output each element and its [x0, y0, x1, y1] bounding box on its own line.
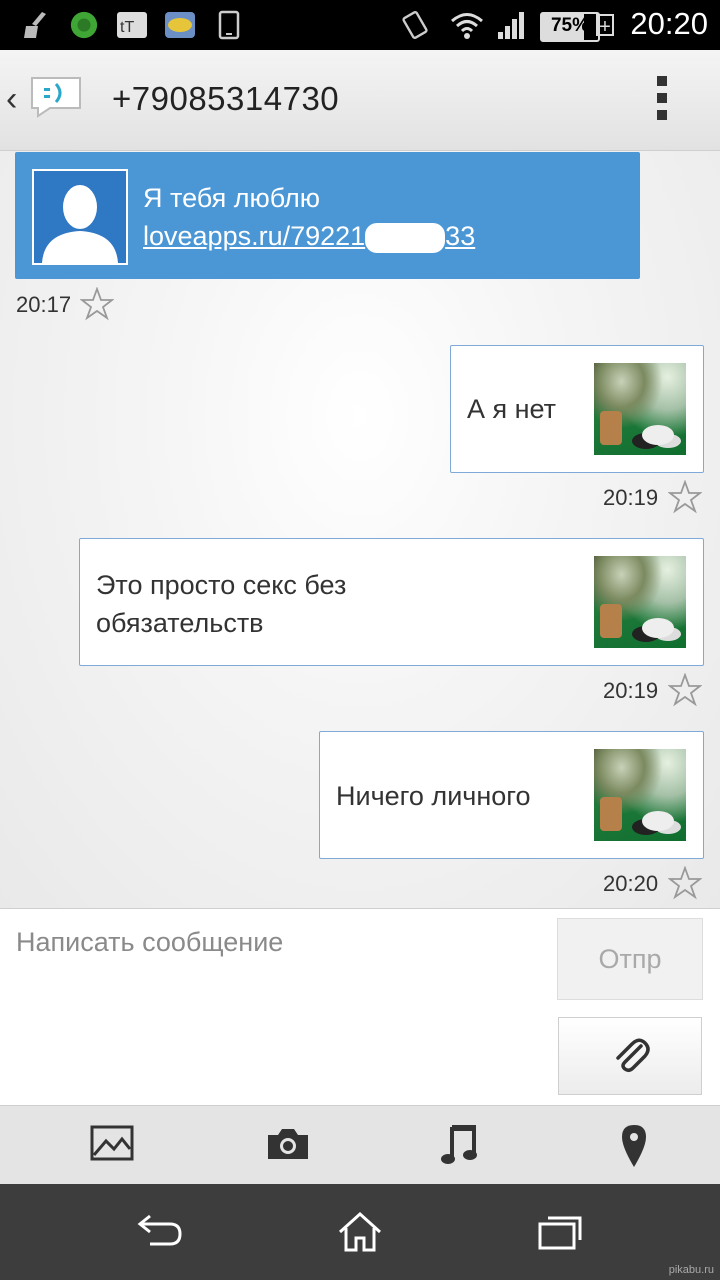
svg-text:tT: tT: [120, 19, 134, 36]
sender-photo-thumbnail: [594, 556, 686, 648]
message-time: 20:19: [603, 485, 659, 510]
music-icon[interactable]: [440, 1123, 480, 1167]
overflow-menu-icon[interactable]: [652, 76, 672, 128]
media-toolbar: [0, 1105, 720, 1184]
status-bar: tT 75% + 20:20: [0, 0, 720, 50]
back-icon[interactable]: [136, 1210, 184, 1250]
phone-icon: [218, 10, 240, 40]
contact-number: +79085314730: [112, 80, 340, 117]
message-link[interactable]: loveapps.ru/79221 33: [143, 217, 475, 255]
battery-level: 75%: [550, 15, 590, 36]
outgoing-message-bubble[interactable]: Ничего личного: [319, 731, 704, 859]
battery-indicator: 75%: [540, 12, 600, 42]
paperclip-icon: [616, 1038, 650, 1073]
camera-icon[interactable]: [266, 1123, 310, 1163]
attach-button[interactable]: [558, 1017, 702, 1095]
recents-icon[interactable]: [536, 1210, 584, 1252]
message-text: обязательств: [96, 608, 264, 638]
redaction-mark: [365, 222, 446, 253]
outgoing-message-bubble[interactable]: А я нет: [450, 345, 704, 473]
incoming-message-bubble[interactable]: Я тебя люблю loveapps.ru/79221 33: [15, 152, 640, 279]
tt-app-icon: tT: [117, 12, 147, 38]
message-text: Это просто секс без: [96, 570, 347, 600]
system-nav-bar: pikabu.ru: [0, 1184, 720, 1280]
antivirus-icon: [70, 11, 98, 39]
star-icon[interactable]: [668, 866, 702, 900]
message-text: Ничего личного: [336, 781, 531, 811]
vibrate-icon: [402, 11, 428, 39]
compose-area: Написать сообщение Отпр: [0, 908, 720, 1105]
sender-photo-thumbnail: [594, 749, 686, 841]
cleaner-icon: [24, 12, 46, 38]
clock: 20:20: [630, 6, 708, 41]
message-text: Я тебя люблю: [143, 183, 321, 213]
gallery-icon[interactable]: [90, 1123, 136, 1163]
outgoing-message-bubble[interactable]: Это просто секс без обязательств: [79, 538, 704, 666]
wifi-icon: [451, 13, 483, 39]
message-time: 20:17: [16, 292, 72, 317]
message-text: А я нет: [467, 394, 557, 424]
conversation-list[interactable]: Я тебя люблю loveapps.ru/79221 33 20:17 А…: [0, 151, 720, 908]
sms-app-icon[interactable]: [28, 74, 84, 118]
watermark: pikabu.ru: [668, 1264, 714, 1276]
location-icon[interactable]: [620, 1123, 648, 1169]
action-bar: ‹ +79085314730: [0, 50, 720, 151]
message-input[interactable]: Написать сообщение: [16, 927, 283, 958]
imt-app-icon: [165, 12, 195, 38]
star-icon[interactable]: [668, 673, 702, 707]
charging-indicator: +: [596, 14, 614, 38]
home-icon[interactable]: [336, 1210, 384, 1254]
signal-icon: [498, 12, 524, 39]
send-button[interactable]: Отпр: [557, 918, 703, 1000]
contact-avatar-icon: [32, 169, 128, 265]
star-icon[interactable]: [80, 287, 114, 321]
sender-photo-thumbnail: [594, 363, 686, 455]
star-icon[interactable]: [668, 480, 702, 514]
message-time: 20:19: [603, 678, 659, 703]
up-chevron-icon[interactable]: ‹: [6, 80, 17, 119]
message-time: 20:20: [603, 871, 659, 896]
